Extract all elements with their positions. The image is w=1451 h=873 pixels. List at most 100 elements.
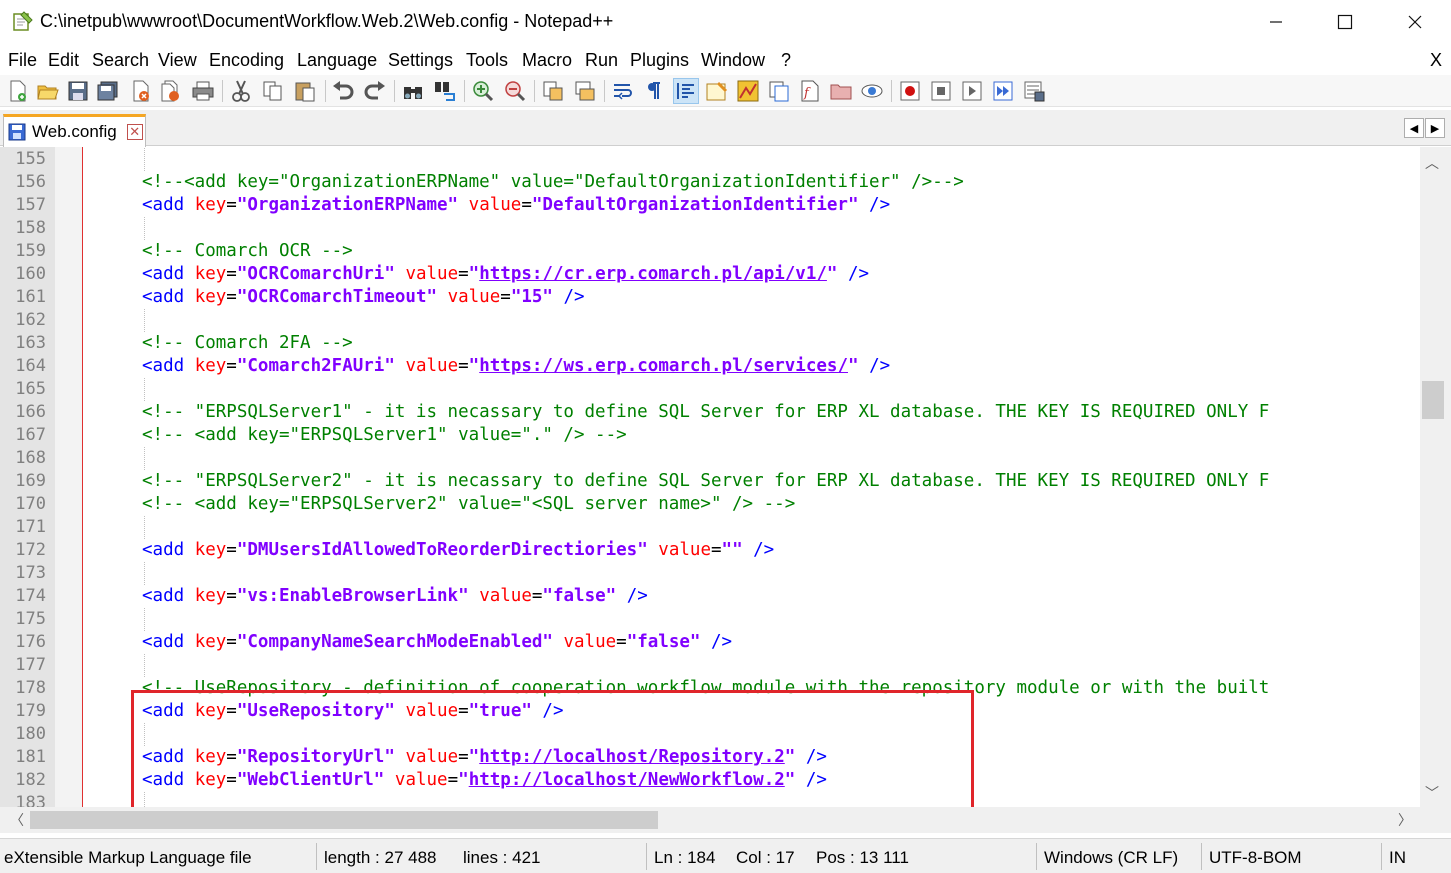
record-macro-icon[interactable] (897, 78, 923, 104)
show-all-chars-icon[interactable] (641, 78, 667, 104)
close-document-button[interactable]: X (1430, 50, 1442, 71)
code-line[interactable]: 159 <!-- Comarch OCR --> (0, 240, 1420, 263)
menu-search[interactable]: Search (92, 50, 149, 71)
code-line[interactable]: 177 (0, 654, 1420, 677)
code-line[interactable]: 183 (0, 792, 1420, 807)
zoom-out-icon[interactable] (502, 78, 528, 104)
close-file-icon[interactable] (128, 78, 154, 104)
scroll-left-icon[interactable]: 〈 (10, 810, 24, 830)
code-line[interactable]: 171 (0, 516, 1420, 539)
code-line[interactable]: 157 <add key="OrganizationERPName" value=… (0, 194, 1420, 217)
save-icon[interactable] (65, 78, 91, 104)
status-insert-mode[interactable]: IN (1389, 848, 1406, 868)
code-line[interactable]: 169 <!-- "ERPSQLServer2" - it is necassar… (0, 470, 1420, 493)
code-editor[interactable]: 155 156 <!--<add key="OrganizationERPName"… (0, 147, 1420, 807)
code-url[interactable]: http://localhost/NewWorkflow.2 (469, 770, 785, 790)
menu-edit[interactable]: Edit (48, 50, 79, 71)
tab-close-icon[interactable]: ✕ (126, 124, 143, 140)
vertical-scrollbar[interactable]: ︿ ﹀ (1420, 147, 1451, 807)
maximize-button[interactable] (1310, 0, 1380, 44)
code-line[interactable]: 172 <add key="DMUsersIdAllowedToReorderDi… (0, 539, 1420, 562)
code-line[interactable]: 165 (0, 378, 1420, 401)
code-line[interactable]: 166 <!-- "ERPSQLServer1" - it is necassar… (0, 401, 1420, 424)
status-eol[interactable]: Windows (CR LF) (1044, 848, 1178, 868)
code-url[interactable]: https://cr.erp.comarch.pl/api/v1/ (479, 264, 827, 284)
menu-macro[interactable]: Macro (522, 50, 572, 71)
tab-web-config[interactable]: Web.config ✕ (3, 114, 146, 147)
code-line[interactable]: 158 (0, 217, 1420, 240)
code-line[interactable]: 156 <!--<add key="OrganizationERPName" va… (0, 171, 1420, 194)
menu-window[interactable]: Window (701, 50, 765, 71)
code-line[interactable]: 170 <!-- <add key="ERPSQLServer2" value="… (0, 493, 1420, 516)
menu-view[interactable]: View (158, 50, 197, 71)
code-line[interactable]: 162 (0, 309, 1420, 332)
scroll-down-icon[interactable]: ﹀ (1425, 783, 1439, 803)
sync-vertical-icon[interactable] (540, 78, 566, 104)
code-line[interactable]: 163 <!-- Comarch 2FA --> (0, 332, 1420, 355)
print-icon[interactable] (190, 78, 216, 104)
code-line[interactable]: 178 <!-- UseRepository - definition of co… (0, 677, 1420, 700)
stop-record-icon[interactable] (928, 78, 954, 104)
code-line[interactable]: 175 (0, 608, 1420, 631)
scroll-right-icon[interactable]: 〉 (1398, 810, 1412, 830)
code-line[interactable]: 182 <add key="WebClientUrl" value="http:/… (0, 769, 1420, 792)
vertical-scroll-thumb[interactable] (1422, 381, 1444, 419)
code-line[interactable]: 155 (0, 148, 1420, 171)
find-icon[interactable] (400, 78, 426, 104)
menu-plugins[interactable]: Plugins (630, 50, 689, 71)
replace-icon[interactable] (432, 78, 458, 104)
run-macro-multiple-icon[interactable] (990, 78, 1016, 104)
code-line[interactable]: 180 (0, 723, 1420, 746)
code-line[interactable]: 181 <add key="RepositoryUrl" value="http:… (0, 746, 1420, 769)
code-line[interactable]: 161 <add key="OCRComarchTimeout" value="1… (0, 286, 1420, 309)
menu-file[interactable]: File (8, 50, 37, 71)
open-file-icon[interactable] (35, 78, 61, 104)
save-all-icon[interactable] (95, 78, 121, 104)
save-macro-icon[interactable] (1021, 78, 1047, 104)
sync-horizontal-icon[interactable] (572, 78, 598, 104)
status-encoding[interactable]: UTF-8-BOM (1209, 848, 1302, 868)
code-line[interactable]: 168 (0, 447, 1420, 470)
menu-language[interactable]: Language (297, 50, 377, 71)
menu-encoding[interactable]: Encoding (209, 50, 284, 71)
code-line[interactable]: 173 (0, 562, 1420, 585)
minimize-button[interactable] (1241, 0, 1311, 44)
close-window-button[interactable] (1380, 0, 1450, 44)
udl-icon[interactable] (704, 78, 730, 104)
paste-icon[interactable] (292, 78, 318, 104)
copy-icon[interactable] (260, 78, 286, 104)
scroll-up-icon[interactable]: ︿ (1425, 153, 1439, 173)
code-tag: <add (142, 701, 195, 721)
code-line[interactable]: 174 <add key="vs:EnableBrowserLink" value… (0, 585, 1420, 608)
tab-scroll-left-icon[interactable]: ◀ (1404, 118, 1424, 138)
function-list-icon[interactable]: f (797, 78, 823, 104)
folder-workspace-icon[interactable] (828, 78, 854, 104)
close-all-icon[interactable] (158, 78, 184, 104)
code-line[interactable]: 179 <add key="UseRepository" value="true"… (0, 700, 1420, 723)
word-wrap-icon[interactable] (610, 78, 636, 104)
menu-tools[interactable]: Tools (466, 50, 508, 71)
code-url[interactable]: http://localhost/Repository.2 (479, 747, 785, 767)
code-line[interactable]: 164 <add key="Comarch2FAUri" value="https… (0, 355, 1420, 378)
zoom-in-icon[interactable] (470, 78, 496, 104)
code-line[interactable]: 167 <!-- <add key="ERPSQLServer1" value="… (0, 424, 1420, 447)
menu-settings[interactable]: Settings (388, 50, 453, 71)
horizontal-scrollbar[interactable]: 〈 〉 (0, 807, 1420, 833)
monitoring-icon[interactable] (859, 78, 885, 104)
tab-scroll-right-icon[interactable]: ▶ (1425, 118, 1445, 138)
menu-run[interactable]: Run (585, 50, 618, 71)
undo-icon[interactable] (330, 78, 356, 104)
cut-icon[interactable] (228, 78, 254, 104)
code-line[interactable]: 160 <add key="OCRComarchUri" value="https… (0, 263, 1420, 286)
new-file-icon[interactable] (5, 78, 31, 104)
doc-map-icon[interactable] (735, 78, 761, 104)
code-comment: <!-- <add key="ERPSQLServer1" value="." … (142, 425, 627, 445)
play-macro-icon[interactable] (959, 78, 985, 104)
horizontal-scroll-thumb[interactable] (30, 811, 658, 829)
indent-guide-icon[interactable] (673, 78, 699, 104)
code-url[interactable]: https://ws.erp.comarch.pl/services/ (479, 356, 848, 376)
redo-icon[interactable] (362, 78, 388, 104)
doc-list-icon[interactable] (766, 78, 792, 104)
menu-help[interactable]: ? (781, 50, 791, 71)
code-line[interactable]: 176 <add key="CompanyNameSearchModeEnable… (0, 631, 1420, 654)
